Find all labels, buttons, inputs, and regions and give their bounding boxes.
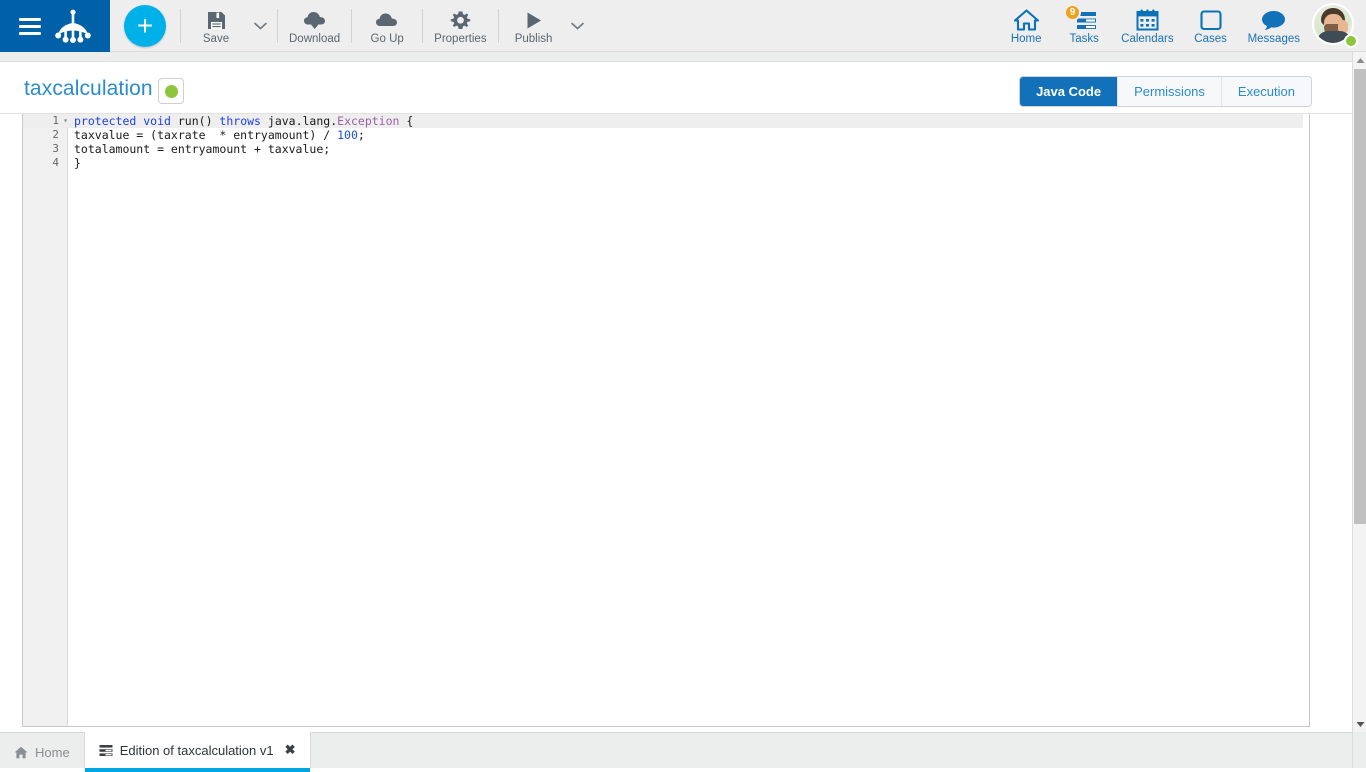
- go-up-label: Go Up: [371, 33, 404, 45]
- taskbar-tab-home-label: Home: [35, 745, 70, 760]
- nav-item-tasks[interactable]: 9 Tasks: [1055, 0, 1113, 52]
- close-icon[interactable]: ✖: [285, 742, 296, 758]
- title-band: taxcalculation Java Code Permissions Exe…: [0, 63, 1352, 114]
- brand-panel: [0, 0, 110, 52]
- nav-label-cases: Cases: [1194, 33, 1227, 45]
- taskbar-tab-home[interactable]: Home: [0, 736, 84, 768]
- token-throws: throws: [219, 114, 267, 128]
- line-number-2: 2: [23, 128, 59, 142]
- token-l2-number: 100: [337, 128, 358, 142]
- avatar[interactable]: [1312, 3, 1358, 49]
- nav-label-tasks: Tasks: [1069, 33, 1098, 45]
- code-line-2[interactable]: 2 taxvalue = (taxrate * entryamount) / 1…: [69, 128, 1309, 142]
- scroll-down-arrow-icon[interactable]: [1353, 716, 1366, 732]
- toolbar-separator: [498, 9, 499, 43]
- calendar-icon: [1136, 8, 1159, 32]
- active-tab-underline: [85, 768, 310, 772]
- code-line-1-text: protected void run() throws java.lang.Ex…: [69, 114, 413, 128]
- avatar-status-indicator: [1344, 34, 1358, 48]
- view-tab-group: Java Code Permissions Execution: [1019, 76, 1312, 107]
- code-line-1[interactable]: 1 ▾ protected void run() throws java.lan…: [69, 114, 1309, 128]
- scrollbar-thumb[interactable]: [1354, 69, 1366, 524]
- nav-label-messages: Messages: [1248, 33, 1300, 45]
- save-label: Save: [203, 33, 229, 45]
- toolbar-right-group: Home 9 Tasks: [997, 0, 1366, 52]
- download-label: Download: [289, 33, 340, 45]
- sub-toolbar-strip: [0, 52, 1352, 62]
- nav-label-calendars: Calendars: [1121, 33, 1173, 45]
- taskbar-tab-edition-label: Edition of taxcalculation v1: [120, 743, 274, 758]
- code-line-3[interactable]: 3 totalamount = entryamount + taxvalue;: [69, 142, 1309, 156]
- tab-java-code[interactable]: Java Code: [1020, 77, 1118, 106]
- code-line-4-text: }: [69, 156, 81, 170]
- editor-gutter: [23, 114, 68, 727]
- line-number-1: 1: [23, 114, 59, 128]
- save-dropdown-chevron-down-icon[interactable]: [247, 0, 273, 52]
- toolbar-separator: [351, 9, 352, 43]
- editor-code-area[interactable]: 1 ▾ protected void run() throws java.lan…: [69, 114, 1309, 170]
- speech-bubble-icon: [1261, 8, 1286, 32]
- toolbar-separator: [277, 9, 278, 43]
- bonita-frog-logo-icon[interactable]: [55, 9, 91, 43]
- publish-label: Publish: [515, 33, 553, 45]
- square-outline-icon: [1200, 8, 1222, 32]
- home-icon: [14, 746, 28, 759]
- token-open-brace: {: [399, 114, 413, 128]
- tasks-list-icon: 9: [1071, 8, 1097, 32]
- line-number-4: 4: [23, 156, 59, 170]
- save-button[interactable]: Save: [185, 0, 247, 52]
- scroll-up-arrow-icon[interactable]: [1353, 52, 1366, 68]
- toolbar-left-group: + Save: [110, 0, 591, 52]
- nav-item-calendars[interactable]: Calendars: [1113, 0, 1181, 52]
- token-l2-expr: taxvalue = (taxrate * entryamount) /: [74, 128, 337, 142]
- status-badge: [158, 78, 184, 104]
- nav-item-messages[interactable]: Messages: [1240, 0, 1308, 52]
- document-lines-icon: [99, 744, 113, 757]
- line-number-3: 3: [23, 142, 59, 156]
- play-icon: [523, 8, 544, 32]
- java-code-editor[interactable]: 1 ▾ protected void run() throws java.lan…: [22, 114, 1310, 727]
- token-l2-semicolon: ;: [358, 128, 365, 142]
- hamburger-menu-icon[interactable]: [19, 18, 41, 35]
- vertical-scrollbar[interactable]: [1352, 52, 1366, 768]
- code-line-3-text: totalamount = entryamount + taxvalue;: [69, 142, 330, 156]
- download-button[interactable]: Download: [282, 0, 347, 52]
- code-line-2-text: taxvalue = (taxrate * entryamount) / 100…: [69, 128, 365, 142]
- taskbar-tab-edition[interactable]: Edition of taxcalculation v1 ✖: [84, 732, 311, 768]
- publish-button[interactable]: Publish: [503, 0, 565, 52]
- token-protected: protected: [74, 114, 143, 128]
- scrollbar-corner: [1352, 732, 1366, 768]
- token-run: run(): [178, 114, 220, 128]
- properties-button[interactable]: Properties: [427, 0, 493, 52]
- token-exception: Exception: [337, 114, 399, 128]
- upload-cloud-icon: [375, 8, 399, 32]
- bottom-taskbar: Home Edition of taxcalculation v1 ✖: [0, 732, 1352, 768]
- status-green-dot-icon: [165, 85, 178, 98]
- home-icon: [1014, 8, 1039, 32]
- nav-item-home[interactable]: Home: [997, 0, 1055, 52]
- top-toolbar: + Save: [0, 0, 1366, 52]
- toolbar-separator: [422, 9, 423, 43]
- floppy-disk-icon: [206, 8, 227, 32]
- nav-label-home: Home: [1011, 33, 1042, 45]
- download-cloud-icon: [303, 8, 327, 32]
- page-title: taxcalculation: [24, 77, 153, 101]
- tab-execution[interactable]: Execution: [1222, 77, 1311, 106]
- code-line-4[interactable]: 4 }: [69, 156, 1309, 170]
- token-void: void: [143, 114, 178, 128]
- properties-label: Properties: [434, 33, 486, 45]
- tab-permissions[interactable]: Permissions: [1118, 77, 1222, 106]
- publish-dropdown-chevron-down-icon[interactable]: [565, 0, 591, 52]
- token-package: java.lang.: [268, 114, 337, 128]
- add-button[interactable]: +: [124, 5, 166, 47]
- nav-item-cases[interactable]: Cases: [1182, 0, 1240, 52]
- go-up-button[interactable]: Go Up: [356, 0, 418, 52]
- toolbar-separator: [180, 9, 181, 43]
- gear-icon: [450, 8, 471, 32]
